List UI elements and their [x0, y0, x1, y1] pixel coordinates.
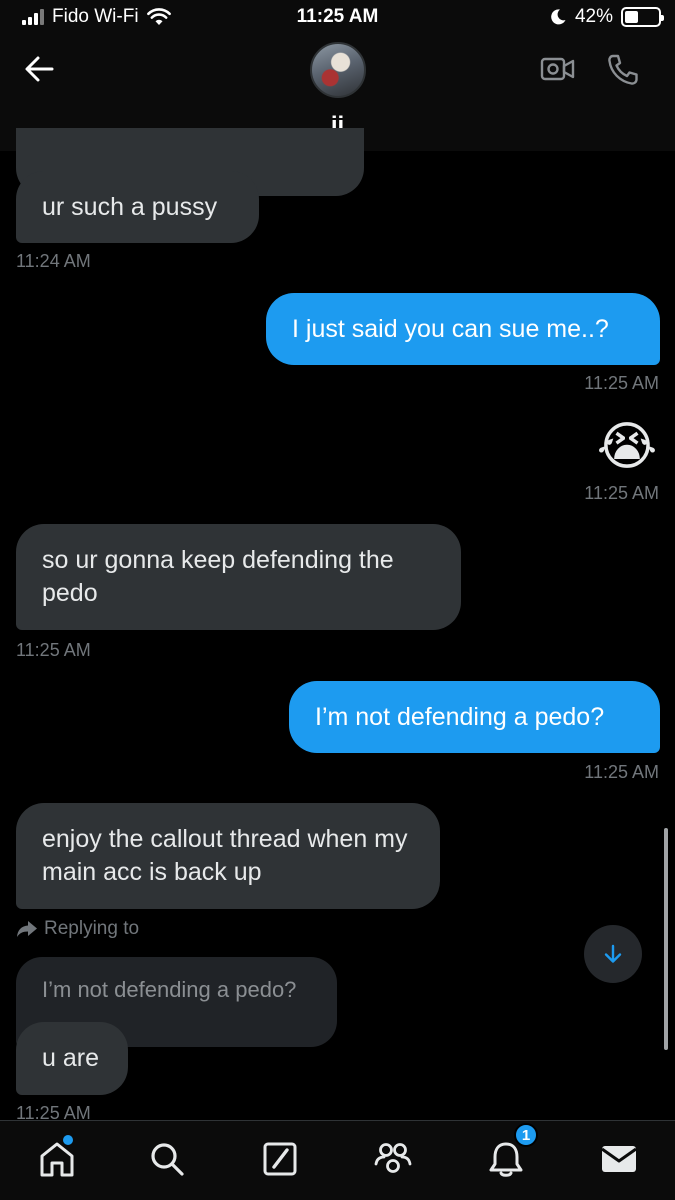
tab-notifications[interactable]: 1 [484, 1123, 538, 1181]
message-timestamp: 11:25 AM [584, 483, 659, 503]
search-icon [151, 1143, 184, 1176]
message-timestamp: 11:25 AM [16, 640, 91, 660]
avatar[interactable] [310, 42, 366, 98]
back-arrow-icon[interactable] [22, 54, 58, 84]
communities-icon [374, 1143, 412, 1173]
reply-arrow-icon [17, 921, 37, 937]
battery-icon [621, 7, 664, 27]
message-bubble-incoming[interactable]: ur such a pussy [16, 171, 259, 243]
tab-search[interactable] [145, 1137, 189, 1181]
message-bubble-outgoing[interactable]: I’m not defending a pedo? [289, 681, 660, 753]
message-timestamp: 11:25 AM [584, 373, 659, 393]
home-unread-dot [63, 1135, 73, 1145]
notifications-badge: 1 [514, 1123, 538, 1147]
compose-icon [263, 1142, 297, 1176]
home-icon [40, 1142, 74, 1177]
scrollbar[interactable] [664, 828, 668, 1050]
battery-level [625, 11, 639, 23]
message-timestamp: 11:25 AM [584, 762, 659, 782]
message-emoji-outgoing[interactable]: 😭 [593, 416, 661, 478]
tab-home[interactable] [35, 1135, 79, 1181]
battery-percent: 42% [574, 6, 613, 27]
message-bubble-incoming[interactable]: so ur gonna keep defending the pedo [16, 524, 461, 630]
status-right: 42% [549, 6, 664, 28]
message-timestamp: 11:24 AM [16, 251, 91, 271]
moon-icon [551, 9, 566, 25]
phone-icon[interactable] [605, 52, 641, 88]
status-bar: Fido Wi-Fi 11:25 AM 42% [0, 0, 675, 38]
tab-messages[interactable] [597, 1137, 641, 1181]
arrow-down-icon [604, 944, 622, 963]
mail-icon [601, 1146, 637, 1172]
replying-to-text: Replying to [44, 918, 140, 939]
replying-to-label: Replying to [16, 918, 139, 940]
video-call-icon[interactable] [540, 54, 576, 84]
message-bubble-incoming[interactable]: enjoy the callout thread when my main ac… [16, 803, 440, 909]
scroll-to-bottom-button[interactable] [584, 925, 642, 983]
message-bubble-incoming[interactable]: u are [16, 1022, 128, 1095]
bottom-tab-bar: 1 [0, 1120, 675, 1200]
message-bubble-outgoing[interactable]: I just said you can sue me..? [266, 293, 660, 365]
tab-compose[interactable] [258, 1137, 302, 1181]
tab-communities[interactable] [371, 1137, 415, 1181]
